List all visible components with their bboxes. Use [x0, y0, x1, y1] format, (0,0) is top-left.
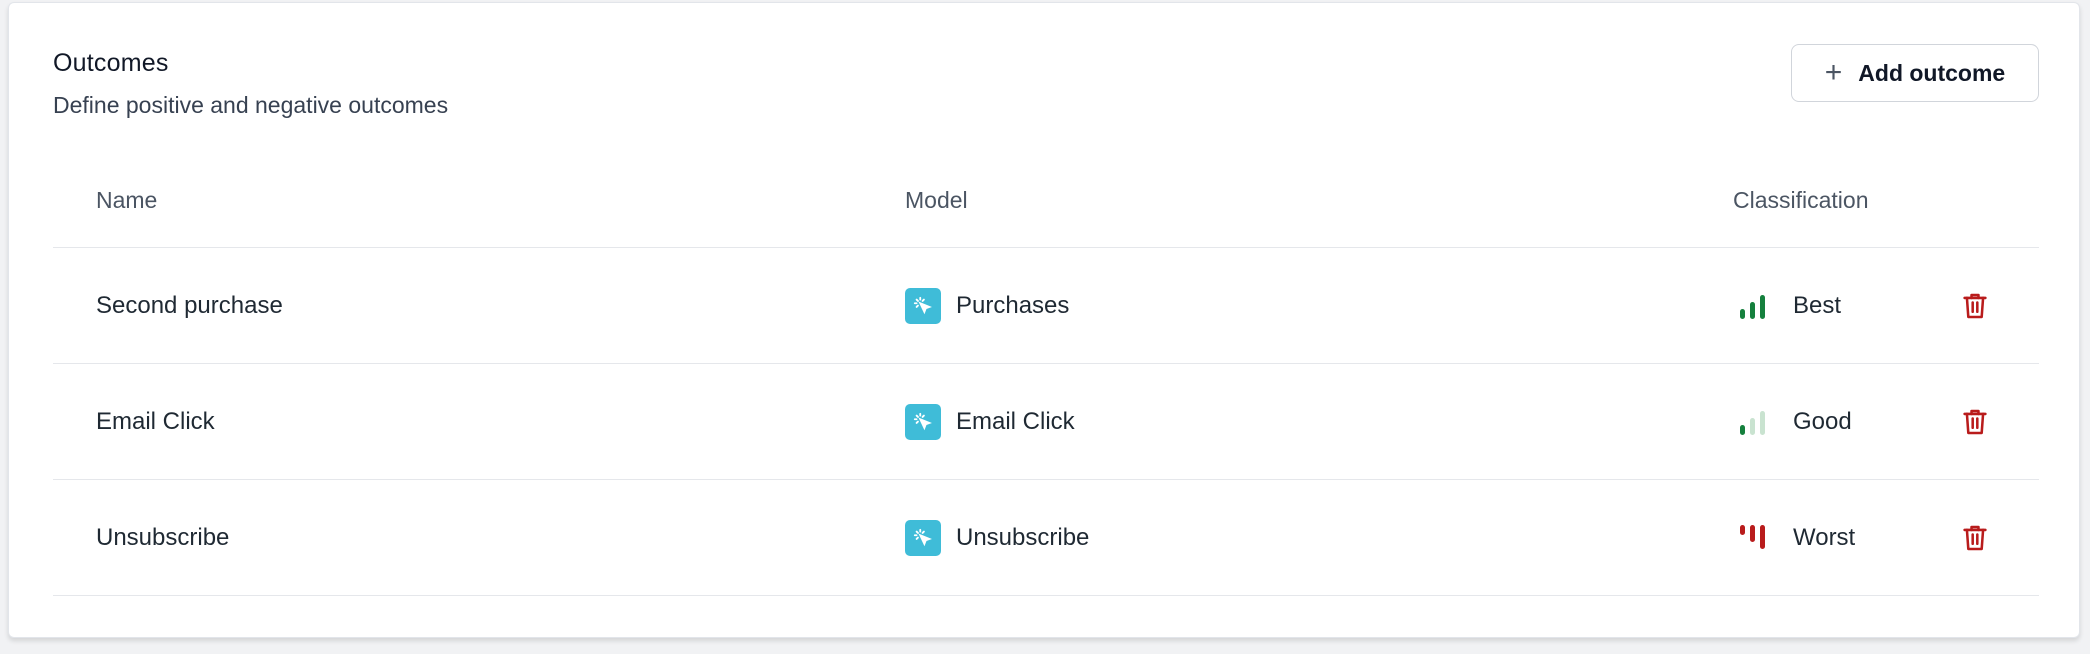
model-cell: Unsubscribe	[905, 480, 1089, 595]
model-name: Purchases	[956, 291, 1070, 319]
delete-outcome-button[interactable]	[1961, 248, 1989, 363]
delete-outcome-button[interactable]	[1961, 364, 1989, 479]
classification-cell: Best	[1733, 248, 1841, 363]
trash-icon	[1963, 409, 1987, 434]
trash-icon	[1963, 525, 1987, 550]
column-header-classification: Classification	[1733, 187, 1869, 213]
classification-cell: Good	[1733, 364, 1852, 479]
model-name: Unsubscribe	[956, 523, 1090, 551]
classification-cell: Worst	[1733, 480, 1855, 595]
table-row: Email Click Email Click Good	[53, 364, 2039, 480]
signal-bars-icon	[1740, 410, 1765, 435]
page-title: Outcomes	[53, 49, 169, 77]
outcome-name: Second purchase	[96, 291, 283, 319]
add-outcome-button[interactable]: + Add outcome	[1791, 44, 2039, 102]
model-cell: Purchases	[905, 248, 1069, 363]
cursor-click-icon	[905, 519, 941, 556]
outcomes-table: Name Model Classification Second purchas…	[53, 153, 2039, 596]
cursor-click-icon	[905, 287, 941, 324]
classification-label: Worst	[1793, 523, 1856, 551]
outcome-name: Unsubscribe	[96, 523, 230, 551]
outcomes-card: Outcomes Define positive and negative ou…	[8, 2, 2080, 638]
signal-bars-down-icon	[1740, 524, 1765, 549]
signal-bars-icon	[1740, 294, 1765, 319]
column-header-model: Model	[905, 187, 968, 213]
card-header: Outcomes Define positive and negative ou…	[53, 49, 448, 119]
classification-label: Best	[1793, 291, 1842, 319]
table-row: Unsubscribe Unsubscribe Worst	[53, 480, 2039, 596]
table-row: Second purchase Purchases Best	[53, 248, 2039, 364]
delete-outcome-button[interactable]	[1961, 480, 1989, 595]
model-name: Email Click	[956, 407, 1075, 435]
cursor-click-icon	[905, 403, 941, 440]
trash-icon	[1963, 293, 1987, 318]
add-outcome-label: Add outcome	[1858, 59, 2006, 86]
page-subtitle: Define positive and negative outcomes	[53, 92, 449, 118]
outcome-name: Email Click	[96, 407, 215, 435]
column-header-name: Name	[96, 187, 158, 213]
classification-label: Good	[1793, 407, 1852, 435]
table-header: Name Model Classification	[53, 153, 2039, 248]
model-cell: Email Click	[905, 364, 1075, 479]
plus-icon: +	[1824, 56, 1843, 89]
